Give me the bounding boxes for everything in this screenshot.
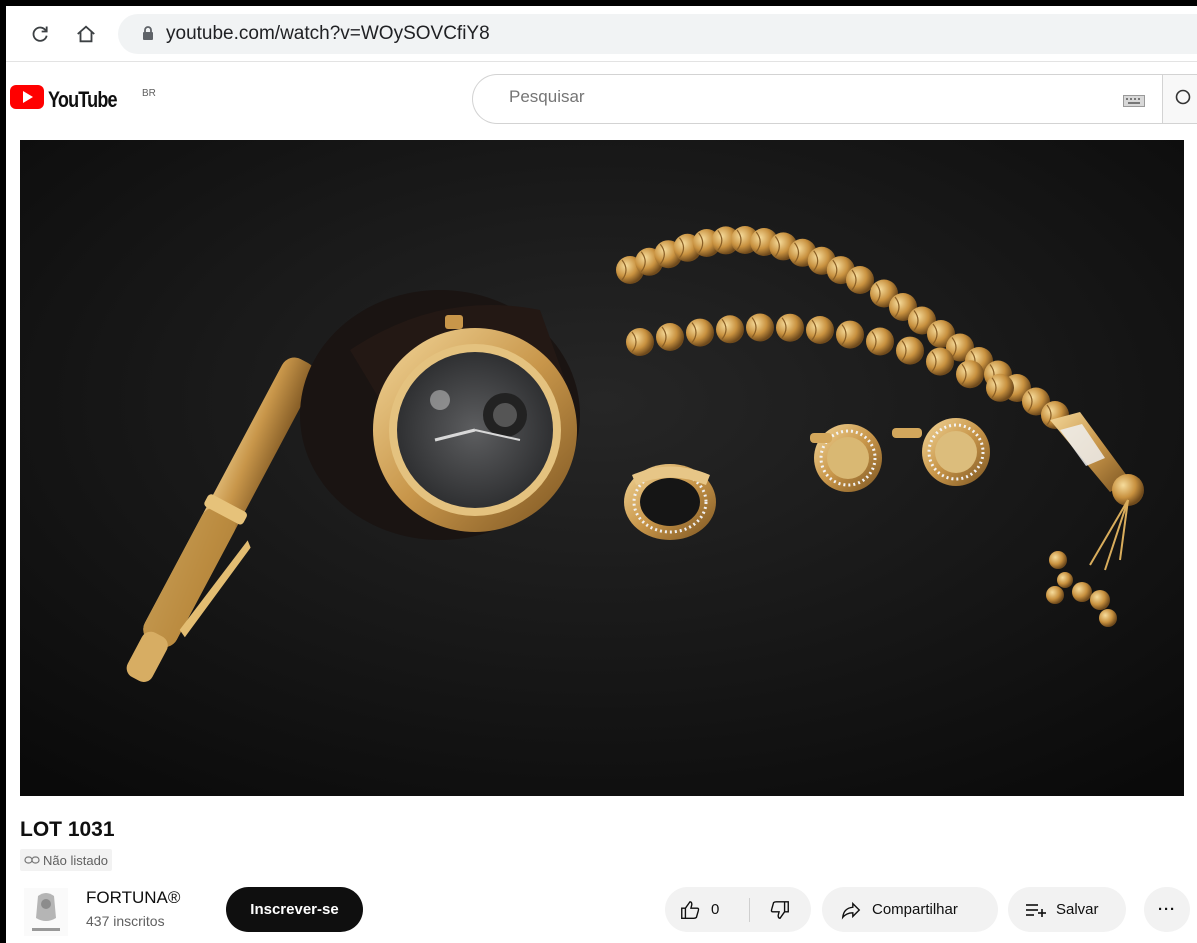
bead: [836, 320, 864, 349]
unlisted-label: Não listado: [43, 852, 109, 868]
address-bar[interactable]: youtube.com/watch?v=WOySOVCfiY8: [118, 14, 1197, 54]
reload-icon[interactable]: [28, 22, 52, 46]
bead: [956, 360, 984, 389]
bead: [926, 347, 954, 376]
dislike-button[interactable]: [750, 887, 810, 932]
youtube-logo[interactable]: YouTube BR: [10, 85, 156, 115]
country-code: BR: [142, 88, 156, 99]
bead: [716, 315, 744, 344]
bead: [656, 323, 684, 351]
video-player[interactable]: [20, 140, 1184, 796]
search-icon: [1175, 89, 1191, 105]
subscriber-count: 437 inscritos: [86, 913, 165, 929]
more-icon: ···: [1158, 901, 1176, 918]
video-title: LOT 1031: [20, 818, 115, 841]
home-icon[interactable]: [74, 22, 98, 46]
like-dislike-group: 0: [665, 887, 811, 932]
gold-ring: [624, 464, 716, 540]
browser-window: youtube.com/watch?v=WOySOVCfiY8 YouTube …: [6, 6, 1197, 943]
video-frame: [20, 140, 1184, 796]
like-button[interactable]: 0: [665, 887, 749, 932]
youtube-header: YouTube BR: [6, 63, 1197, 133]
thumbs-up-icon: [681, 900, 700, 919]
more-actions-button[interactable]: ···: [1144, 887, 1190, 932]
share-label: Compartilhar: [872, 901, 958, 918]
bead: [806, 316, 834, 344]
unlisted-badge: Não listado: [20, 849, 113, 871]
youtube-wordmark: YouTube: [48, 87, 118, 112]
thumbs-down-icon: [770, 900, 789, 919]
bead: [846, 266, 874, 294]
bead: [746, 313, 774, 342]
share-button[interactable]: Compartilhar: [822, 887, 998, 932]
gold-watch: [300, 290, 580, 540]
bead: [686, 318, 714, 347]
link-icon: [24, 856, 40, 864]
like-count: 0: [711, 901, 720, 918]
save-to-playlist-icon: [1026, 903, 1046, 917]
keyboard-icon[interactable]: [1123, 94, 1145, 112]
channel-avatar[interactable]: [24, 888, 68, 936]
save-button[interactable]: Salvar: [1008, 887, 1126, 932]
bead: [986, 373, 1014, 402]
search-input[interactable]: [509, 87, 1069, 107]
search-box: [472, 74, 1162, 124]
bead: [896, 336, 924, 365]
share-icon: [841, 901, 861, 920]
youtube-play-icon: [10, 85, 44, 109]
save-label: Salvar: [1056, 901, 1099, 918]
bead: [866, 327, 894, 356]
browser-toolbar: youtube.com/watch?v=WOySOVCfiY8: [6, 6, 1197, 62]
bead: [626, 328, 654, 356]
subscribe-button[interactable]: Inscrever-se: [226, 887, 363, 932]
search-button[interactable]: [1162, 74, 1197, 124]
url-text: youtube.com/watch?v=WOySOVCfiY8: [166, 23, 490, 44]
channel-name[interactable]: FORTUNA®: [86, 888, 180, 908]
bead: [776, 313, 804, 342]
lock-icon: [142, 26, 154, 46]
